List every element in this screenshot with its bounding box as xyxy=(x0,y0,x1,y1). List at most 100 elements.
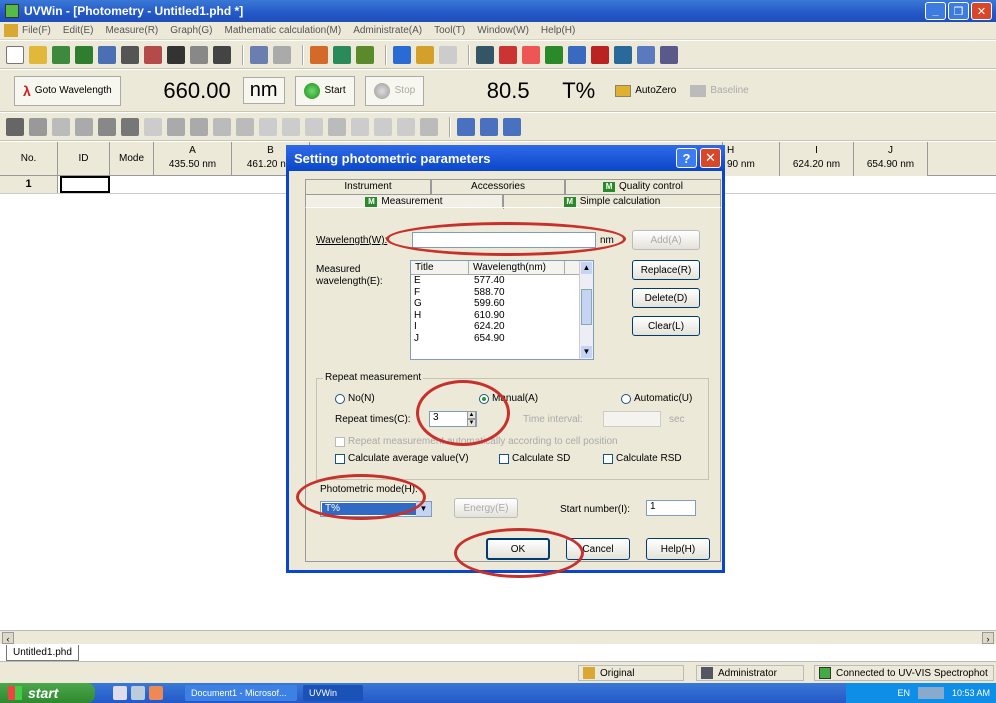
photometry-icon[interactable] xyxy=(476,45,494,64)
clear-button[interactable]: Clear(L) xyxy=(632,316,700,336)
goto-wavelength-button[interactable]: λ Goto Wavelength xyxy=(14,75,121,106)
menu-help[interactable]: Help(H) xyxy=(541,25,575,36)
id-cell-selected[interactable] xyxy=(60,176,110,193)
photometric-mode-select[interactable]: T% ▼ xyxy=(320,501,432,517)
start-button[interactable]: Start xyxy=(294,75,355,106)
view-graph-icon[interactable] xyxy=(480,117,498,136)
energy-button[interactable]: Energy(E) xyxy=(454,498,518,518)
delete-row-icon[interactable] xyxy=(29,117,47,136)
report-icon[interactable] xyxy=(356,45,374,64)
insert-row-icon[interactable] xyxy=(6,117,24,136)
tab-quality-control[interactable]: M Quality control xyxy=(565,179,721,194)
view-table-icon[interactable] xyxy=(457,117,475,136)
wavelength-input[interactable] xyxy=(412,232,596,248)
menu-file[interactable]: File(F) xyxy=(22,25,51,36)
task-uvwin[interactable]: UVWin xyxy=(303,685,363,701)
tab-measurement[interactable]: M Measurement xyxy=(305,194,503,208)
spin-down-icon[interactable]: ▼ xyxy=(467,419,476,427)
menu-edit[interactable]: Edit(E) xyxy=(63,25,94,36)
open-method-icon[interactable] xyxy=(52,45,70,64)
peak-pick-icon[interactable] xyxy=(213,117,231,136)
new-file-icon[interactable] xyxy=(6,45,24,64)
scroll-up-icon[interactable]: ▲ xyxy=(581,262,592,274)
chk-repeat-auto[interactable]: Repeat measurement automatically accordi… xyxy=(335,436,618,447)
arrow-icon[interactable] xyxy=(420,117,438,136)
view-both-icon[interactable] xyxy=(503,117,521,136)
minimize-button[interactable]: _ xyxy=(925,2,946,20)
settings-icon[interactable] xyxy=(416,45,434,64)
task-word-document[interactable]: Document1 - Microsof... xyxy=(185,685,297,701)
method-icon[interactable] xyxy=(310,45,328,64)
export-icon[interactable] xyxy=(144,45,162,64)
color-icon[interactable] xyxy=(98,117,116,136)
cursor-icon[interactable] xyxy=(236,117,254,136)
measure-icon[interactable] xyxy=(393,45,411,64)
tray-icons[interactable] xyxy=(917,687,944,699)
kinetics-icon[interactable] xyxy=(545,45,563,64)
list-item[interactable]: J 654.90 xyxy=(411,333,593,345)
ok-button[interactable]: OK xyxy=(486,538,550,560)
chk-calculate-rsd[interactable]: Calculate RSD xyxy=(603,453,682,464)
print-icon[interactable] xyxy=(167,45,185,64)
start-number-input[interactable]: 1 xyxy=(646,500,696,516)
quicklaunch-icon[interactable] xyxy=(131,686,145,700)
spin-up-icon[interactable]: ▲ xyxy=(467,411,476,419)
dialog-close-button[interactable]: ✕ xyxy=(700,148,721,168)
help-button[interactable]: Help(H) xyxy=(646,538,710,560)
fill-icon[interactable] xyxy=(75,117,93,136)
chevron-down-icon[interactable]: ▼ xyxy=(416,502,431,516)
window-icon[interactable] xyxy=(637,45,655,64)
table-icon[interactable] xyxy=(614,45,632,64)
menu-measure[interactable]: Measure(R) xyxy=(105,25,158,36)
maximize-button[interactable]: ❐ xyxy=(948,2,969,20)
scroll-right-icon[interactable]: › xyxy=(982,632,994,644)
open-folder-icon[interactable] xyxy=(29,45,47,64)
list-item[interactable]: E 577.40 xyxy=(411,275,593,287)
save-icon[interactable] xyxy=(98,45,116,64)
parameter-icon[interactable] xyxy=(333,45,351,64)
legend-icon[interactable] xyxy=(305,117,323,136)
chk-calculate-average[interactable]: Calculate average value(V) xyxy=(335,453,469,464)
format-icon[interactable] xyxy=(121,117,139,136)
media-icon[interactable] xyxy=(149,686,163,700)
replace-button[interactable]: Replace(R) xyxy=(632,260,700,280)
radio-automatic[interactable]: Automatic(U) xyxy=(621,393,692,404)
lamp-icon[interactable] xyxy=(439,45,457,64)
sort-icon[interactable] xyxy=(52,117,70,136)
list-item[interactable]: I 624.20 xyxy=(411,321,593,333)
grid-icon[interactable] xyxy=(259,117,277,136)
quantitation-icon[interactable] xyxy=(522,45,540,64)
save-as-icon[interactable] xyxy=(121,45,139,64)
time-interval-input[interactable] xyxy=(603,411,661,427)
list-item[interactable]: F 588.70 xyxy=(411,287,593,299)
scroll-thumb[interactable] xyxy=(581,289,592,325)
dna-protein-icon[interactable] xyxy=(568,45,586,64)
delete-button[interactable]: Delete(D) xyxy=(632,288,700,308)
autozero-button[interactable]: AutoZero xyxy=(615,84,676,97)
spectrum-icon[interactable] xyxy=(499,45,517,64)
list-item[interactable]: H 610.90 xyxy=(411,310,593,322)
menu-window[interactable]: Window(W) xyxy=(477,25,529,36)
tab-accessories[interactable]: Accessories xyxy=(431,179,565,194)
language-indicator[interactable]: EN xyxy=(897,688,910,698)
multi-wavelength-icon[interactable] xyxy=(591,45,609,64)
ie-icon[interactable] xyxy=(113,686,127,700)
stop-button[interactable]: Stop xyxy=(364,75,425,106)
horizontal-scrollbar[interactable]: ‹ › xyxy=(0,630,996,644)
document-tab[interactable]: Untitled1.phd xyxy=(6,645,79,661)
radio-manual[interactable]: Manual(A) xyxy=(479,393,538,404)
help-icon[interactable]: ? xyxy=(676,148,697,168)
derivative-icon[interactable] xyxy=(397,117,415,136)
label-icon[interactable] xyxy=(328,117,346,136)
add-button[interactable]: Add(A) xyxy=(632,230,700,250)
overlay-icon[interactable] xyxy=(351,117,369,136)
print-preview-icon[interactable] xyxy=(190,45,208,64)
start-menu-button[interactable]: start xyxy=(0,683,95,703)
smooth-icon[interactable] xyxy=(374,117,392,136)
load-icon[interactable] xyxy=(75,45,93,64)
radio-no[interactable]: No(N) xyxy=(335,393,375,404)
list-item[interactable]: G 599.60 xyxy=(411,298,593,310)
copy-icon[interactable] xyxy=(250,45,268,64)
measured-wavelength-list[interactable]: Title Wavelength(nm) E 577.40 F 588.70 G 59… xyxy=(410,260,594,360)
tab-instrument[interactable]: Instrument xyxy=(305,179,431,194)
